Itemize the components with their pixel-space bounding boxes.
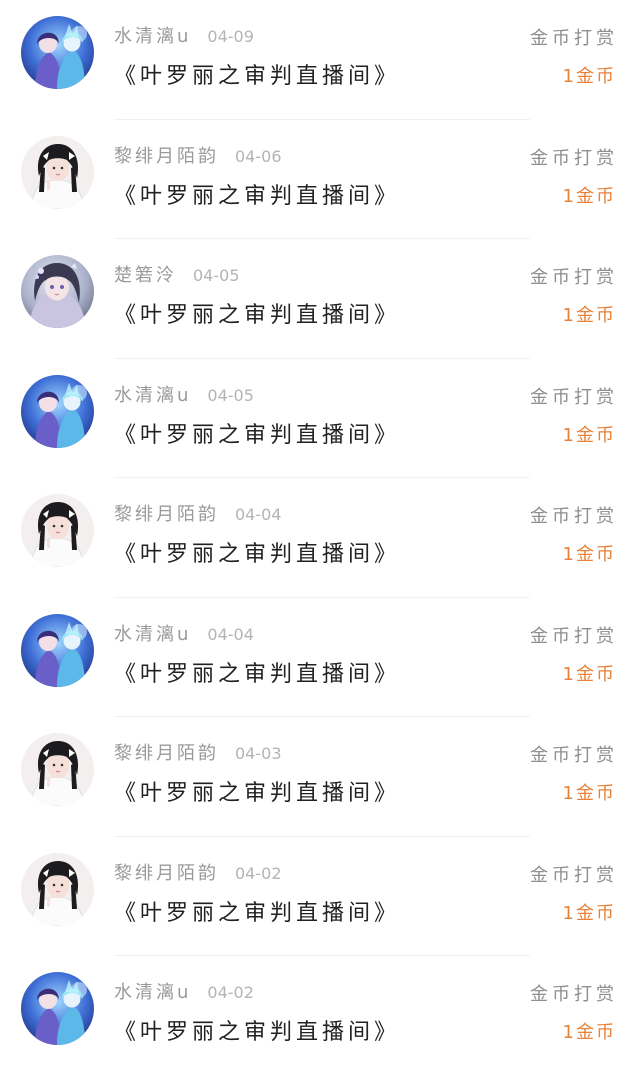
avatar[interactable] — [21, 972, 94, 1045]
coin-amount: 1金币 — [562, 305, 616, 326]
action-label: 金币打赏 — [530, 28, 618, 49]
avatar[interactable] — [21, 374, 94, 448]
work-title[interactable]: 《叶罗丽之审判直播间》 — [114, 775, 400, 807]
meta-line: 黎绯月陌韵 04-04 — [114, 500, 282, 528]
list-item[interactable]: 水清漓u 04-09 《叶罗丽之审判直播间》 金币打赏 1金币 — [0, 0, 640, 120]
avatar[interactable] — [21, 255, 94, 328]
list-item[interactable]: 黎绯月陌韵 04-03 《叶罗丽之审判直播间》 金币打赏 1金币 — [0, 717, 640, 837]
meta-line: 水清漓u 04-09 — [114, 22, 254, 50]
work-title[interactable]: 《叶罗丽之审判直播间》 — [114, 656, 400, 688]
action-label: 金币打赏 — [530, 745, 618, 766]
avatar[interactable] — [21, 852, 94, 926]
date-label: 04-03 — [235, 744, 282, 763]
user-name[interactable]: 黎绯月陌韵 — [114, 500, 219, 526]
avatar[interactable] — [21, 135, 94, 209]
meta-line: 黎绯月陌韵 04-03 — [114, 739, 282, 767]
meta-line: 楚箬泠 04-05 — [114, 261, 240, 289]
date-label: 04-05 — [207, 385, 254, 405]
avatar[interactable] — [21, 494, 94, 567]
coin-amount: 1金币 — [562, 424, 616, 446]
list-item[interactable]: 水清漓u 04-05 《叶罗丽之审判直播间》 金币打赏 1金币 — [0, 359, 640, 478]
work-title[interactable]: 《叶罗丽之审判直播间》 — [114, 417, 400, 449]
work-title[interactable]: 《叶罗丽之审判直播间》 — [114, 178, 400, 210]
action-label: 金币打赏 — [530, 864, 618, 886]
date-label: 04-04 — [235, 505, 282, 524]
coin-amount: 1金币 — [562, 783, 616, 804]
reward-list: 水清漓u 04-09 《叶罗丽之审判直播间》 金币打赏 1金币 黎绯月陌韵 04 — [0, 0, 640, 1069]
date-label: 04-02 — [235, 863, 282, 883]
work-title[interactable]: 《叶罗丽之审判直播间》 — [114, 1014, 400, 1046]
user-name[interactable]: 黎绯月陌韵 — [114, 739, 219, 765]
action-label: 金币打赏 — [530, 147, 618, 169]
action-label: 金币打赏 — [530, 506, 618, 527]
action-label: 金币打赏 — [530, 386, 618, 408]
avatar[interactable] — [21, 613, 94, 687]
coin-amount: 1金币 — [562, 1022, 616, 1043]
list-item[interactable]: 黎绯月陌韵 04-04 《叶罗丽之审判直播间》 金币打赏 1金币 — [0, 478, 640, 598]
list-item[interactable]: 黎绯月陌韵 04-06 《叶罗丽之审判直播间》 金币打赏 1金币 — [0, 120, 640, 239]
user-name[interactable]: 水清漓u — [114, 978, 191, 1004]
date-label: 04-06 — [235, 146, 282, 166]
meta-line: 水清漓u 04-02 — [114, 978, 254, 1006]
avatar[interactable] — [21, 16, 94, 89]
list-item[interactable]: 楚箬泠 04-05 《叶罗丽之审判直播间》 金币打赏 1金币 — [0, 239, 640, 359]
action-label: 金币打赏 — [530, 267, 618, 288]
date-label: 04-02 — [207, 983, 254, 1002]
user-name[interactable]: 水清漓u — [114, 381, 191, 407]
avatar[interactable] — [21, 733, 94, 806]
work-title[interactable]: 《叶罗丽之审判直播间》 — [114, 58, 400, 90]
work-title[interactable]: 《叶罗丽之审判直播间》 — [114, 297, 400, 329]
coin-amount: 1金币 — [562, 66, 616, 87]
user-name[interactable]: 水清漓u — [114, 620, 191, 646]
action-label: 金币打赏 — [530, 625, 618, 647]
user-name[interactable]: 黎绯月陌韵 — [114, 142, 219, 168]
coin-amount: 1金币 — [562, 902, 616, 924]
coin-amount: 1金币 — [562, 663, 616, 685]
work-title[interactable]: 《叶罗丽之审判直播间》 — [114, 895, 400, 927]
list-item[interactable]: 水清漓u 04-02 《叶罗丽之审判直播间》 金币打赏 1金币 — [0, 956, 640, 1076]
meta-line: 黎绯月陌韵 04-02 — [114, 859, 282, 887]
coin-amount: 1金币 — [562, 544, 616, 565]
meta-line: 黎绯月陌韵 04-06 — [114, 142, 282, 170]
user-name[interactable]: 水清漓u — [114, 22, 191, 48]
user-name[interactable]: 黎绯月陌韵 — [114, 859, 219, 885]
user-name[interactable]: 楚箬泠 — [114, 261, 177, 287]
work-title[interactable]: 《叶罗丽之审判直播间》 — [114, 536, 400, 568]
date-label: 04-05 — [193, 266, 240, 285]
date-label: 04-09 — [207, 27, 254, 46]
action-label: 金币打赏 — [530, 984, 618, 1005]
meta-line: 水清漓u 04-05 — [114, 381, 254, 409]
list-item[interactable]: 水清漓u 04-04 《叶罗丽之审判直播间》 金币打赏 1金币 — [0, 598, 640, 717]
list-item[interactable]: 黎绯月陌韵 04-02 《叶罗丽之审判直播间》 金币打赏 1金币 — [0, 837, 640, 956]
date-label: 04-04 — [207, 624, 254, 644]
coin-amount: 1金币 — [562, 185, 616, 207]
meta-line: 水清漓u 04-04 — [114, 620, 254, 648]
